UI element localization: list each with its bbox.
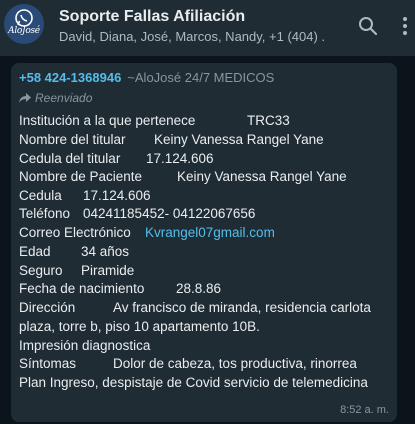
field-value: Av francisco de miranda, residencia carl… <box>113 300 371 315</box>
field-label: Correo Electrónico <box>19 225 131 240</box>
field-value: Dolor de cabeza, tos productiva, rinorre… <box>113 356 357 371</box>
sender-phone[interactable]: +58 424-1368946 <box>19 70 121 85</box>
field-label: Plan Ingreso, despistaje de Covid servic… <box>19 375 368 390</box>
message-timestamp: 8:52 a. m. <box>340 404 389 416</box>
field-label: Teléfono <box>19 206 71 221</box>
sender-alias: ~AloJosé 24/7 MEDICOS <box>127 70 275 85</box>
field-value: 28.8.86 <box>176 281 222 296</box>
chat-members: David, Diana, José, Marcos, Nandy, +1 (4… <box>59 29 324 44</box>
group-avatar[interactable]: AloJosé <box>4 4 44 44</box>
message-bubble[interactable]: +58 424-1368946 ~AloJosé 24/7 MEDICOS Ree… <box>11 63 397 422</box>
forwarded-indicator: Reenviado <box>19 91 92 105</box>
field-label: Cedula <box>19 188 62 203</box>
field-label: Impresión diagnostica <box>19 338 151 353</box>
field-value: Keiny Vanessa Rangel Yane <box>154 132 324 147</box>
field-label: Nombre del titular <box>19 132 126 147</box>
more-options-icon[interactable] <box>399 14 411 38</box>
field-label: Seguro <box>19 263 63 278</box>
field-label: Edad <box>19 244 51 259</box>
message-sender: +58 424-1368946 ~AloJosé 24/7 MEDICOS <box>19 70 274 85</box>
email-link[interactable]: Kvrangel07gmail.com <box>145 225 275 240</box>
chat-title: Soporte Fallas Afiliación <box>59 8 246 25</box>
field-label: Cedula del titular <box>19 151 121 166</box>
field-label: Síntomas <box>19 356 77 371</box>
field-value: 34 años <box>81 244 130 259</box>
field-value: 17.124.606 <box>146 151 214 166</box>
field-label: Nombre de Paciente <box>19 169 143 184</box>
field-label: Fecha de nacimiento <box>19 281 145 296</box>
field-value[interactable]: 04241185452- 04122067656 <box>83 206 255 221</box>
forward-arrow-icon <box>19 93 31 103</box>
field-value: Piramide <box>81 263 135 278</box>
chat-header[interactable]: AloJosé Soporte Fallas Afiliación David,… <box>0 0 415 56</box>
forwarded-label: Reenviado <box>35 91 93 105</box>
search-icon[interactable] <box>356 14 380 38</box>
field-value: TRC33 <box>247 113 290 128</box>
whatsapp-logo-icon <box>15 9 33 27</box>
field-value: Keiny Vanessa Rangel Yane <box>177 169 347 184</box>
field-label: Dirección <box>19 300 76 315</box>
field-value: 17.124.606 <box>83 188 151 203</box>
field-value: plaza, torre b, piso 10 apartamento 10B. <box>19 319 260 334</box>
field-label: Institución a la que pertenece <box>19 113 196 128</box>
